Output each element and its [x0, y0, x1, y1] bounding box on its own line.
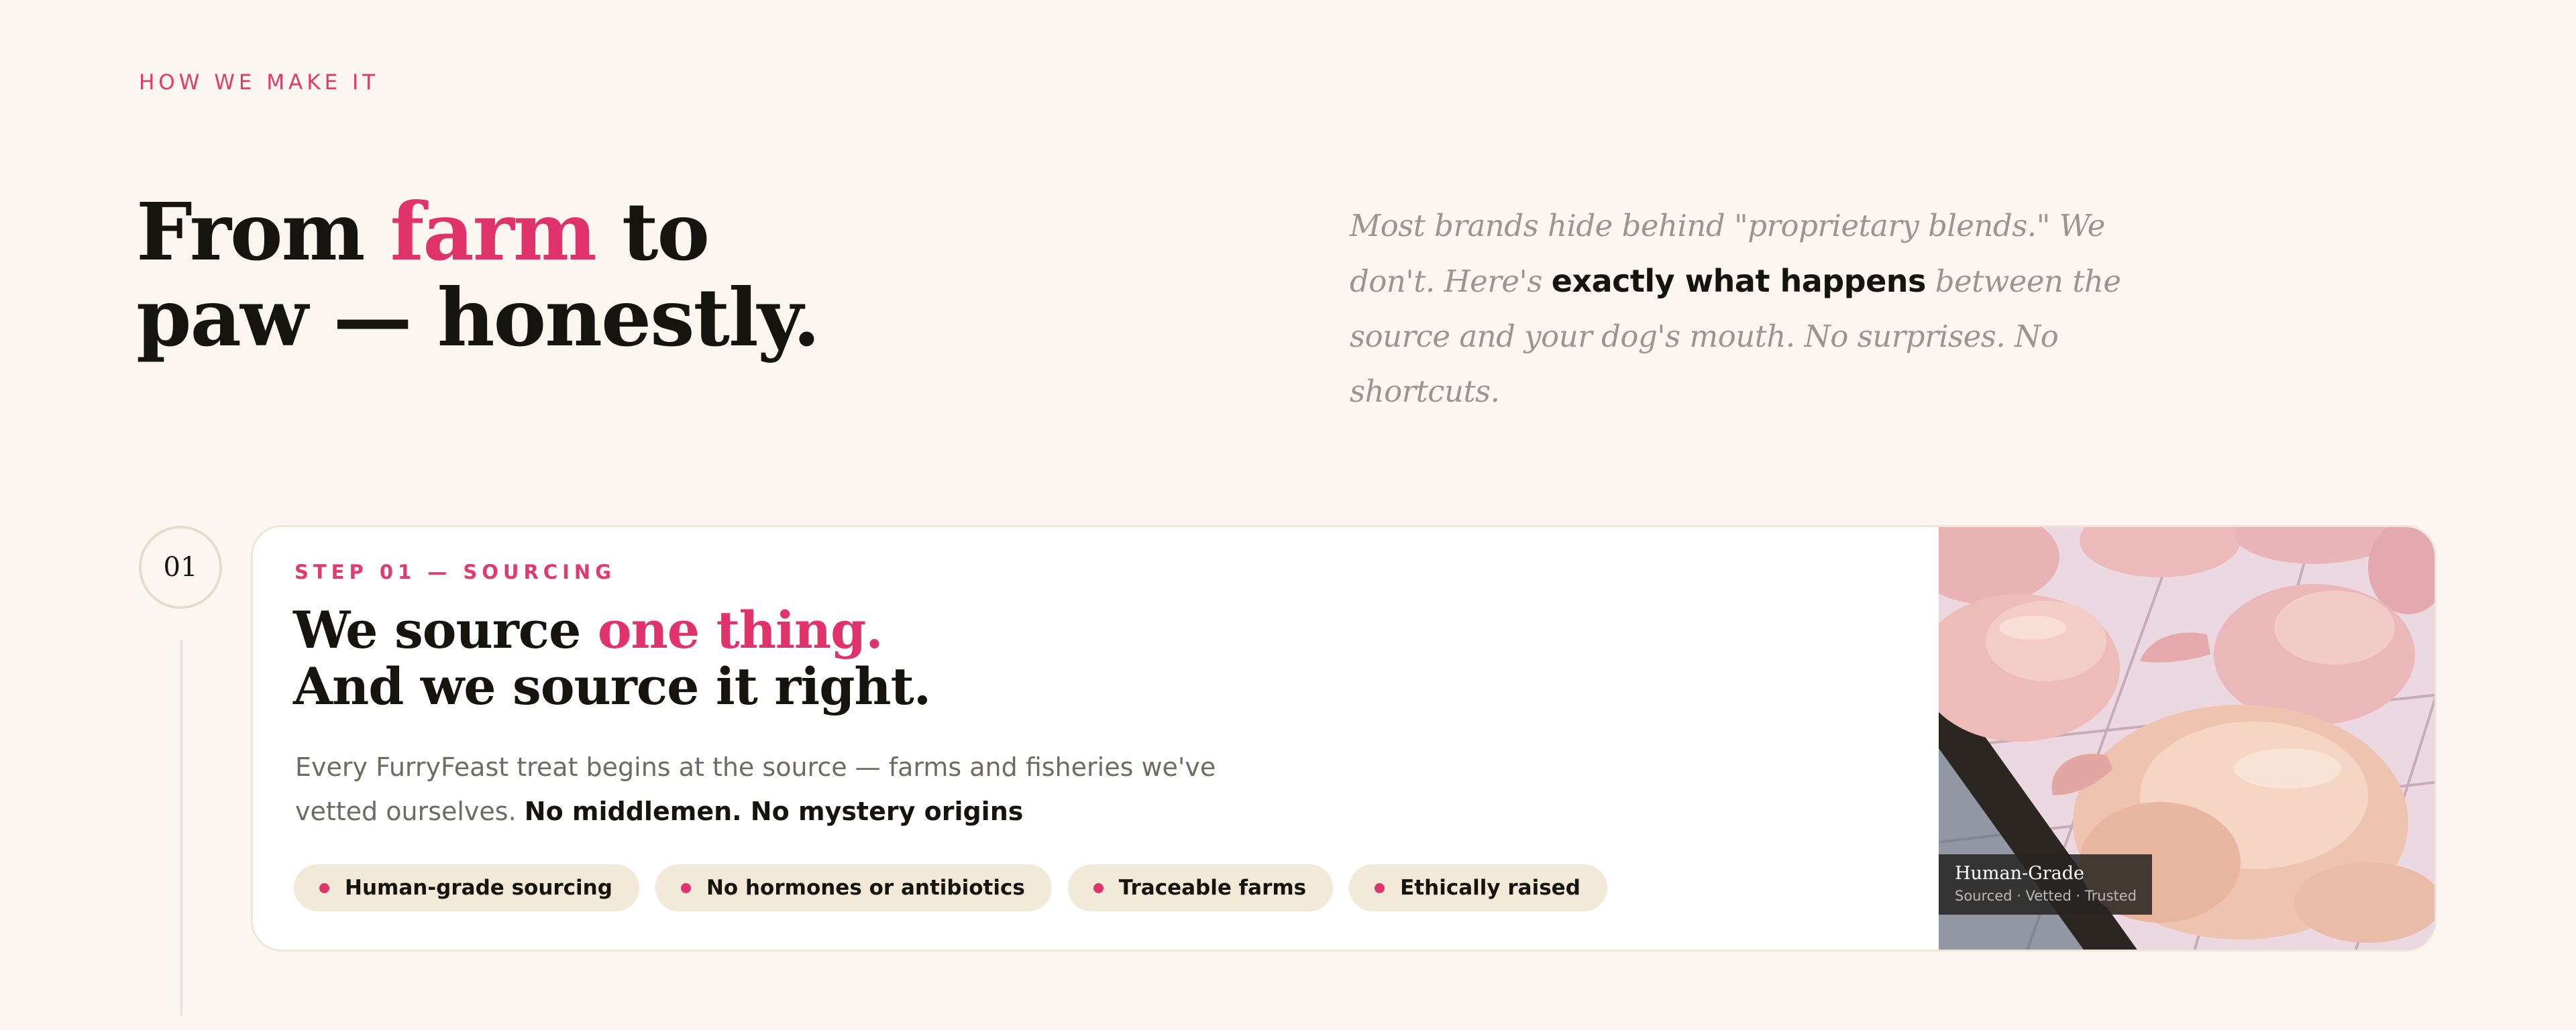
image-caption-subtitle: Sourced · Vetted · Trusted	[1955, 888, 2137, 904]
feature-tag: Human-grade sourcing	[294, 864, 639, 911]
intro-highlight: exactly what happens	[1551, 263, 1927, 299]
feature-tag-label: Traceable farms	[1118, 876, 1307, 900]
step-description: Every FurryFeast treat begins at the sou…	[295, 745, 1275, 834]
feature-tag: Ethically raised	[1349, 864, 1607, 911]
feature-tag-label: No hormones or antibiotics	[706, 876, 1025, 900]
step-title-text: And we source it right.	[293, 656, 931, 716]
feature-tag-label: Ethically raised	[1400, 876, 1580, 900]
step-title: We source one thing. And we source it rig…	[293, 600, 931, 716]
title-text: paw — honestly.	[136, 271, 820, 364]
step-number-badge: 01	[139, 526, 222, 609]
title-text: to	[595, 185, 710, 278]
step-title-accent: one thing.	[597, 600, 883, 660]
step-card: STEP 01 — SOURCING We source one thing. A…	[251, 525, 2436, 952]
sourcing-photo: Human-Grade Sourced · Vetted · Trusted	[1939, 527, 2434, 950]
feature-tag: No hormones or antibiotics	[655, 864, 1052, 911]
timeline-line	[180, 640, 182, 1015]
image-caption-title: Human-Grade	[1955, 863, 2084, 884]
bullet-dot-icon	[1375, 882, 1385, 893]
step-title-text: We source	[293, 600, 598, 660]
section-title: From farm to paw — honestly.	[136, 189, 820, 364]
step-label: STEP 01 — SOURCING	[294, 561, 616, 583]
title-text: From	[136, 185, 390, 278]
bullet-dot-icon	[319, 882, 329, 893]
title-accent: farm	[390, 185, 597, 278]
section-eyebrow: HOW WE MAKE IT	[139, 70, 380, 95]
feature-tag: Traceable farms	[1067, 864, 1334, 911]
feature-tag-label: Human-grade sourcing	[345, 876, 612, 900]
bullet-dot-icon	[680, 882, 691, 893]
section-intro: Most brands hide behind "proprietary ble…	[1350, 198, 2168, 419]
image-caption: Human-Grade Sourced · Vetted · Trusted	[1939, 854, 2152, 915]
bullet-dot-icon	[1093, 882, 1104, 893]
step-description-highlight: No middlemen. No mystery origins	[524, 797, 1024, 826]
feature-tags: Human-grade sourcing No hormones or anti…	[294, 864, 1607, 911]
